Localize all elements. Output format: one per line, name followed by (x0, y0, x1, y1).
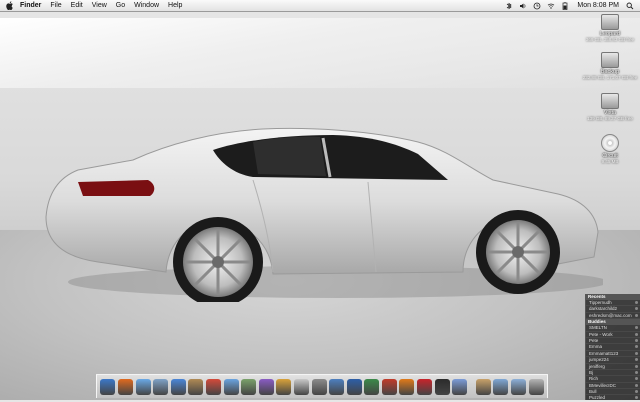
menu-bar: Finder File Edit View Go Window Help Mon… (0, 0, 640, 12)
preview-icon[interactable] (293, 379, 309, 395)
ichat-icon[interactable] (170, 379, 186, 395)
status-icon (635, 338, 638, 342)
desktop-volume-vista[interactable]: Vista 139 GB, 89.37 GB free (580, 93, 640, 121)
spotlight-search-icon[interactable] (626, 2, 634, 10)
menu-extras: Mon 8:08 PM (499, 0, 634, 11)
mail-icon[interactable] (153, 379, 169, 395)
system-preferences-icon[interactable] (311, 379, 327, 395)
menu-file[interactable]: File (50, 0, 61, 11)
photoshop-icon[interactable] (346, 379, 362, 395)
contact-name: Emma (589, 344, 603, 350)
finder-icon[interactable] (100, 379, 116, 395)
safari-icon[interactable] (135, 379, 151, 395)
address-book-icon[interactable] (188, 379, 204, 395)
menu-help[interactable]: Help (168, 0, 182, 11)
list-item[interactable]: eshredsm@mac.com (586, 312, 640, 320)
menu-edit[interactable]: Edit (71, 0, 83, 11)
adium-icon[interactable] (452, 379, 468, 395)
volume-info: 139 GB, 89.37 GB free (587, 116, 633, 121)
status-icon (635, 370, 638, 374)
menu-view[interactable]: View (92, 0, 107, 11)
itunes-icon[interactable] (223, 379, 239, 395)
illustrator-icon[interactable] (399, 379, 415, 395)
contact-name: SMELTN (589, 325, 607, 331)
status-icon (635, 313, 638, 317)
dreamweaver-icon[interactable] (364, 379, 380, 395)
wallpaper-car-illustration (45, 127, 603, 302)
wifi-icon[interactable] (547, 2, 555, 10)
menu-window[interactable]: Window (134, 0, 159, 11)
firefox-icon[interactable] (117, 379, 133, 395)
stack-downloads-icon[interactable] (511, 379, 527, 395)
ical-icon[interactable] (205, 379, 221, 395)
status-icon (635, 326, 638, 330)
status-icon (635, 377, 638, 381)
bluetooth-icon[interactable] (505, 2, 513, 10)
contact-name: Bull (589, 389, 597, 395)
status-icon (635, 332, 638, 336)
hard-drive-icon (601, 14, 619, 30)
status-icon (635, 396, 638, 400)
acrobat-icon[interactable] (417, 379, 433, 395)
volume-info: 369 GB, 358.83 GB free (585, 37, 635, 42)
stack-documents-icon[interactable] (475, 379, 491, 395)
menu-go[interactable]: Go (116, 0, 125, 11)
status-icon (635, 345, 638, 349)
contact-name: BMevillecIDC (589, 382, 617, 388)
contact-name: Pete - Work (589, 331, 613, 337)
contact-name: Tippernudh (589, 300, 612, 305)
battery-icon[interactable] (561, 1, 569, 10)
hard-drive-icon (601, 93, 619, 109)
menubar-clock[interactable]: Mon 8:08 PM (577, 0, 619, 11)
contact-name: Pete (589, 337, 599, 343)
wallpaper-wall (0, 18, 640, 88)
time-machine-icon[interactable] (533, 2, 541, 10)
status-icon (635, 301, 638, 304)
status-icon (635, 307, 638, 311)
imovie-icon[interactable] (258, 379, 274, 395)
terminal-icon[interactable] (434, 379, 450, 395)
buddy-list-widget: Recents Tippernudh darkstarchild2 eshred… (585, 294, 640, 402)
status-icon (635, 351, 638, 355)
hard-drive-icon (601, 52, 619, 68)
garageband-icon[interactable] (276, 379, 292, 395)
contact-name: jumpe224 (589, 357, 609, 363)
timemachine-icon[interactable] (329, 379, 345, 395)
desktop-volume-backup[interactable]: Backup 232.88 GB, 171.07 GB free (580, 52, 640, 80)
menu-finder[interactable]: Finder (20, 0, 41, 11)
apple-menu-icon[interactable] (6, 1, 14, 10)
status-icon (635, 358, 638, 362)
contact-name: Rich (589, 376, 599, 382)
status-icon (635, 390, 638, 394)
flash-icon[interactable] (381, 379, 397, 395)
trash-icon[interactable] (528, 379, 544, 395)
status-icon (635, 383, 638, 387)
status-icon (635, 364, 638, 368)
volume-info: 232.88 GB, 171.07 GB free (582, 75, 638, 80)
list-item[interactable]: Puzzled (586, 395, 640, 402)
contact-name: jenifferg (589, 363, 605, 369)
stack-applications-icon[interactable] (493, 379, 509, 395)
volume-icon[interactable] (519, 2, 527, 10)
contact-name: Emmamatt123 (589, 350, 619, 356)
iphoto-icon[interactable] (241, 379, 257, 395)
contact-name: Bj (589, 369, 594, 375)
dock (96, 374, 548, 398)
contact-name: darkstarchild2 (589, 306, 618, 312)
contact-name: eshredsm@mac.com (589, 312, 632, 318)
disc-image-icon (601, 134, 619, 152)
desktop-volume-leopard[interactable]: Leopard 369 GB, 358.83 GB free (580, 14, 640, 42)
